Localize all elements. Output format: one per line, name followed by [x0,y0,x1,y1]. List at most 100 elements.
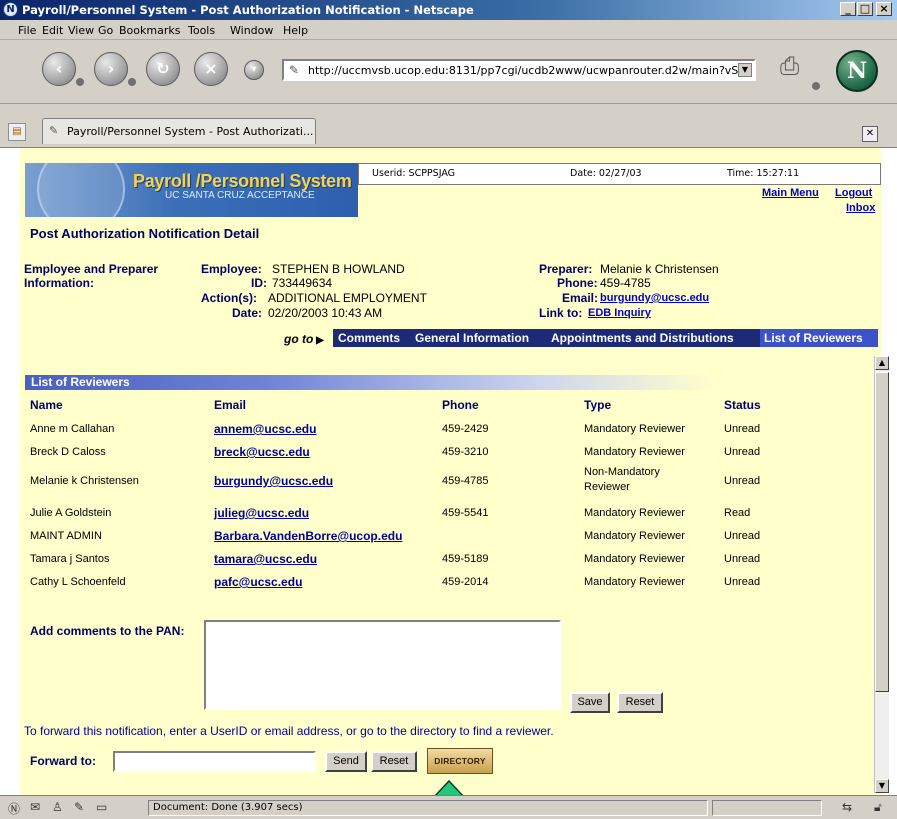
address-book-icon[interactable]: ♙ [52,800,63,814]
stop-icon[interactable]: × [194,52,228,86]
university-seal-icon [37,163,125,217]
menu-tools[interactable]: Tools [188,24,215,37]
column-header-type: Type [584,398,612,412]
scroll-up-icon[interactable]: ▲ [875,356,889,370]
reset-forward-button[interactable]: Reset [371,751,417,772]
tab-current-page[interactable]: ✎ Payroll/Personnel System - Post Author… [42,118,316,144]
netscape-status-icon[interactable]: Ⓝ [8,800,20,817]
main-menu-link[interactable]: Main Menu [762,187,819,199]
page-title: Post Authorization Notification Detail [30,226,260,241]
back-icon[interactable]: ‹ [42,52,76,86]
banner-title: Payroll /Personnel System [133,171,352,191]
tab-proxy-icon: ✎ [49,124,59,137]
actions-value: ADDITIONAL EMPLOYMENT [268,291,427,305]
reviewer-email-link[interactable]: annem@ucsc.edu [214,422,316,436]
phone-label: Phone: [557,276,598,290]
reviewer-email-link[interactable]: Barbara.VandenBorre@ucop.edu [214,529,402,543]
column-header-status: Status [724,398,761,412]
goto-appointments-distributions[interactable]: Appointments and Distributions [551,331,734,345]
goto-arrow-icon: ▶ [313,335,324,346]
forward-icon[interactable]: › [94,52,128,86]
reviewer-phone: 459-4785 [442,475,489,487]
menu-bookmarks[interactable]: Bookmarks [119,24,180,37]
reviewer-status: Unread [724,553,761,565]
preparer-phone: 459-4785 [600,276,651,290]
url-text: http://uccmvsb.ucop.edu:8131/pp7cgi/ucdb… [308,64,749,77]
date-label: Date: [232,306,263,320]
reviewer-email-link[interactable]: julieg@ucsc.edu [214,506,309,520]
menu-file[interactable]: File [18,24,36,37]
reviewer-status: Unread [724,423,761,435]
reviewer-email-link[interactable]: burgundy@ucsc.edu [214,474,333,488]
status-text: Document: Done (3.907 secs) [148,800,708,816]
reviewer-type: Mandatory Reviewer [584,576,685,588]
reviewer-name: Melanie k Christensen [30,475,139,487]
close-window-button[interactable]: × [876,2,892,16]
logout-link[interactable]: Logout [835,187,872,199]
menu-bar: File Edit View Go Bookmarks Tools Window… [0,20,897,40]
goto-list-of-reviewers[interactable]: List of Reviewers [764,331,863,345]
new-tab-icon[interactable]: ▤ [8,123,26,141]
menu-edit[interactable]: Edit [42,24,63,37]
goto-label: go to ▶ [284,332,324,346]
preparer-email-link[interactable]: burgundy@ucsc.edu [600,292,709,304]
irc-chat-icon[interactable]: ▭ [96,800,107,814]
inbox-link[interactable]: Inbox [846,202,875,214]
online-status-icon[interactable]: ⇆ [842,800,852,814]
scrollbar-thumb[interactable] [875,372,889,692]
reviewer-type: Mandatory Reviewer [584,530,685,542]
reviewer-phone: 459-5541 [442,507,489,519]
scroll-down-icon[interactable]: ▼ [875,779,889,793]
menu-view[interactable]: View [68,24,94,37]
security-lock-icon[interactable]: 🔓︎ [874,800,882,815]
reset-comments-button[interactable]: Reset [617,692,663,713]
url-history-dropdown-icon[interactable]: ▼ [738,63,752,77]
reviewer-email-link[interactable]: tamara@ucsc.edu [214,552,317,566]
session-info-box: Userid: SCPPSJAG Date: 02/27/03 Time: 15… [358,163,881,185]
window-titlebar: N Payroll/Personnel System - Post Author… [0,0,897,20]
menu-go[interactable]: Go [98,24,113,37]
back-history-dropdown-icon[interactable] [76,78,84,86]
status-progress [712,800,822,816]
maximize-button[interactable]: □ [857,2,873,16]
url-input[interactable]: ✎ http://uccmvsb.ucop.edu:8131/pp7cgi/uc… [282,59,756,81]
mail-icon[interactable]: ✉ [30,800,40,814]
reviewer-phone: 459-2429 [442,423,489,435]
forward-history-dropdown-icon[interactable] [128,78,136,86]
reviewer-status: Unread [724,576,761,588]
date-value: 02/20/2003 10:43 AM [268,306,383,320]
save-comments-button[interactable]: Save [570,692,610,713]
reviewer-type: Mandatory Reviewer [584,446,685,458]
directory-button[interactable]: DIRECTORY [427,748,493,774]
composer-icon[interactable]: ✎ [74,800,84,814]
column-header-name: Name [30,398,63,412]
info-section-label: Employee and Preparer [24,262,159,276]
netscape-app-icon[interactable]: N [3,2,18,17]
print-icon[interactable]: ⎙ [780,52,816,86]
url-go-dropdown-icon[interactable]: ▾ [244,60,264,80]
reviewer-email-link[interactable]: pafc@ucsc.edu [214,575,302,589]
reviewer-status: Unread [724,446,761,458]
goto-general-information[interactable]: General Information [415,331,529,345]
menu-window[interactable]: Window [230,24,273,37]
close-tab-icon[interactable]: ✕ [862,126,878,142]
email-label: Email: [562,291,599,305]
employee-label: Employee: [201,262,262,276]
reviewer-email-link[interactable]: breck@ucsc.edu [214,445,310,459]
edb-inquiry-link[interactable]: EDB Inquiry [588,307,651,319]
reload-icon[interactable]: ↻ [146,52,180,86]
reviewer-status: Unread [724,475,761,487]
page-scrollbar[interactable]: ▲ ▼ [874,356,889,793]
session-date: Date: 02/27/03 [570,168,642,179]
netscape-logo-icon[interactable]: N [836,50,878,92]
minimize-button[interactable]: _ [840,2,856,16]
menu-help[interactable]: Help [283,24,308,37]
reviewer-name: Tamara j Santos [30,553,110,565]
print-dropdown-icon[interactable] [812,82,820,90]
send-button[interactable]: Send [325,751,367,772]
forward-to-input[interactable] [113,751,316,772]
comments-textarea[interactable] [204,620,561,710]
reviewer-type-continued: Reviewer [584,481,630,493]
goto-comments[interactable]: Comments [338,331,400,345]
reviewer-type: Non-Mandatory [584,466,660,478]
